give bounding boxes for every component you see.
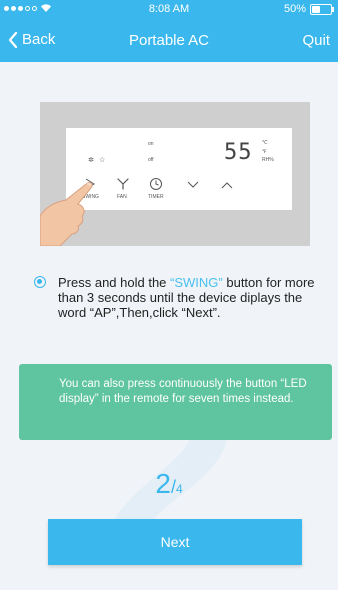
chevron-up-icon [221, 182, 233, 189]
unit-celsius: ℃ [262, 140, 268, 146]
instruction-highlight: “SWING” [170, 275, 223, 290]
screen: 8:08 AM 50% Back Portable AC Quit on off [0, 0, 338, 590]
battery-fill [312, 5, 320, 13]
svg-text:✲: ✲ [88, 156, 94, 164]
unit-fahrenheit: ℉ [262, 149, 267, 155]
nav-bar: Back Portable AC Quit [0, 24, 338, 60]
tip-note-text: You can also press continuously the butt… [59, 378, 307, 405]
battery-area: 50% [283, 3, 334, 15]
instruction-text: Press and hold the “SWING” button for mo… [58, 275, 320, 320]
status-bar: 8:08 AM 50% [0, 0, 338, 20]
svg-text:☆: ☆ [99, 156, 105, 164]
tip-note: You can also press continuously the butt… [19, 364, 332, 440]
step-current: 2 [155, 468, 171, 499]
battery-percent: 50% [283, 3, 306, 15]
next-button[interactable]: Next [48, 519, 302, 565]
temperature-display: 55 [224, 140, 253, 165]
off-label: off [148, 157, 154, 163]
step-total: 4 [175, 482, 183, 496]
page-title: Portable AC [128, 32, 210, 49]
fan-label: FAN [117, 194, 127, 200]
instruction-part-1: Press and hold the [58, 275, 171, 290]
step-indicator: 2/4 [0, 468, 338, 500]
timer-label: TIMER [148, 194, 164, 200]
battery-icon [310, 3, 334, 15]
on-label: on [148, 141, 154, 147]
instruction-bullet-icon [34, 276, 46, 288]
pointing-finger-icon [40, 182, 93, 246]
unit-humidity: RH% [262, 157, 274, 163]
timer-icon [150, 178, 162, 190]
header: 8:08 AM 50% Back Portable AC Quit [0, 0, 338, 62]
fan-icon [117, 178, 129, 190]
chevron-down-icon [187, 181, 199, 188]
mode-icons: ✲ ☆ [88, 156, 105, 164]
quit-button[interactable]: Quit [302, 32, 330, 49]
